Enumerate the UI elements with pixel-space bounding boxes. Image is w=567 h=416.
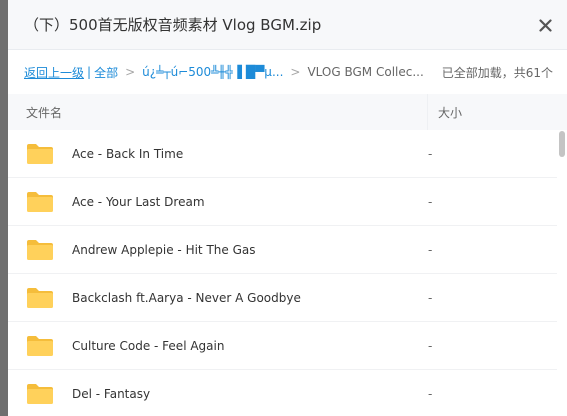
list-item[interactable]: Ace - Back In Time - <box>8 130 557 178</box>
breadcrumb-separator: | <box>87 65 92 79</box>
file-name: Del - Fantasy <box>72 386 151 401</box>
list-item[interactable]: Culture Code - Feel Again - <box>8 322 557 370</box>
file-preview-dialog: （下）500首无版权音频素材 Vlog BGM.zip 返回上一级 | 全部 >… <box>8 0 567 416</box>
list-item[interactable]: Del - Fantasy - <box>8 370 557 416</box>
breadcrumb-current-folder: VLOG BGM Collec... <box>307 65 424 79</box>
list-item[interactable]: Andrew Applepie - Hit The Gas - <box>8 226 557 274</box>
close-icon <box>538 18 552 32</box>
folder-icon <box>27 287 53 308</box>
folder-icon <box>27 383 53 404</box>
folder-icon <box>27 143 53 164</box>
column-header-size[interactable]: 大小 <box>428 94 567 130</box>
file-size: - <box>428 386 433 401</box>
back-link[interactable]: 返回上一级 <box>24 64 84 81</box>
breadcrumb-folder-1[interactable]: ú¿╧┬ú⌐500╩╫╬▐ █▀µ... <box>142 65 283 79</box>
file-list: Ace - Back In Time - Ace - Your Last Dream… <box>8 130 567 416</box>
table-header: 文件名 大小 <box>8 94 567 130</box>
file-size: - <box>428 338 433 353</box>
folder-icon <box>27 335 53 356</box>
dialog-titlebar: （下）500首无版权音频素材 Vlog BGM.zip <box>8 0 567 50</box>
file-name: Culture Code - Feel Again <box>72 338 225 353</box>
dialog-title: （下）500首无版权音频素材 Vlog BGM.zip <box>24 16 322 34</box>
scrollbar-thumb[interactable] <box>559 131 565 157</box>
file-name: Ace - Back In Time <box>72 146 184 161</box>
file-size: - <box>428 242 433 257</box>
folder-icon <box>27 239 53 260</box>
list-item[interactable]: Backclash ft.Aarya - Never A Goodbye - <box>8 274 557 322</box>
column-header-name[interactable]: 文件名 <box>8 94 428 130</box>
close-button[interactable] <box>535 15 555 35</box>
folder-icon <box>27 191 53 212</box>
file-name: Backclash ft.Aarya - Never A Goodbye <box>72 290 301 305</box>
list-item[interactable]: Ace - Your Last Dream - <box>8 178 557 226</box>
loaded-status: 已全部加载，共61个 <box>441 65 553 80</box>
breadcrumb-arrow: > <box>125 65 136 79</box>
file-size: - <box>428 194 433 209</box>
breadcrumb-all[interactable]: 全部 <box>94 64 118 81</box>
file-size: - <box>428 146 433 161</box>
file-name: Ace - Your Last Dream <box>72 194 205 209</box>
breadcrumb: 返回上一级 | 全部 > ú¿╧┬ú⌐500╩╫╬▐ █▀µ... > VLOG… <box>8 50 567 94</box>
breadcrumb-arrow: > <box>290 65 301 79</box>
file-size: - <box>428 290 433 305</box>
file-name: Andrew Applepie - Hit The Gas <box>72 242 256 257</box>
